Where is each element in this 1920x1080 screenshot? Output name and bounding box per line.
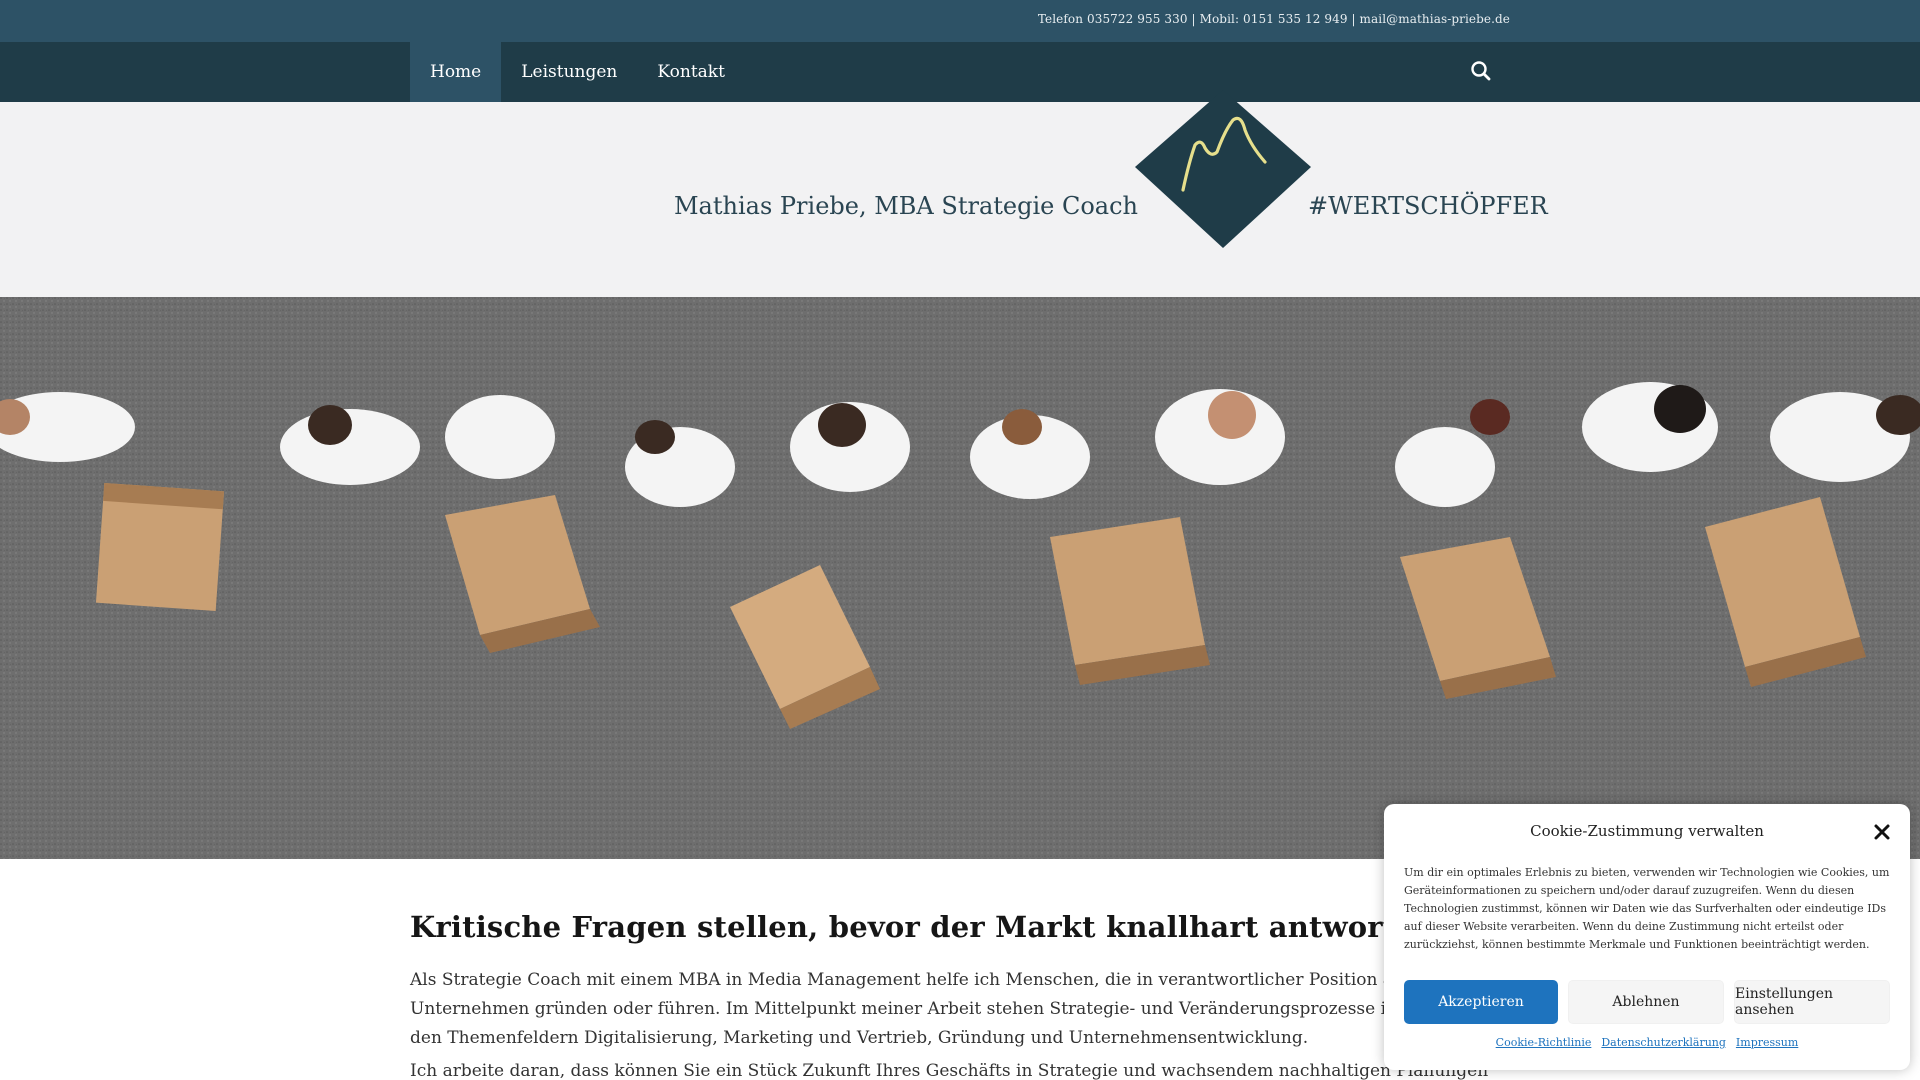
settings-button[interactable]: Einstellungen ansehen (1734, 980, 1890, 1024)
privacy-link[interactable]: Datenschutzerklärung (1601, 1036, 1726, 1049)
intro-paragraph: Als Strategie Coach mit einem MBA in Med… (410, 970, 1493, 1048)
search-icon[interactable] (1468, 58, 1494, 84)
imprint-link[interactable]: Impressum (1736, 1036, 1798, 1049)
cookie-policy-link[interactable]: Cookie-Richtlinie (1496, 1036, 1592, 1049)
cookie-links: Cookie-Richtlinie Datenschutzerklärung I… (1384, 1036, 1910, 1049)
main-navigation: Home Leistungen Kontakt (0, 42, 1920, 102)
top-contact-bar: Telefon 035722 955 330 | Mobil: 0151 535… (0, 0, 1920, 42)
cookie-buttons: Akzeptieren Ablehnen Einstellungen anseh… (1404, 980, 1890, 1024)
nav-menu: Home Leistungen Kontakt (410, 42, 745, 102)
nav-item-home[interactable]: Home (410, 42, 502, 102)
hero-image (0, 297, 1920, 859)
brand-header: Mathias Priebe, MBA Strategie Coach #WER… (0, 90, 1920, 297)
nav-item-kontakt[interactable]: Kontakt (637, 42, 745, 102)
cookie-text: Um dir ein optimales Erlebnis zu bieten,… (1404, 866, 1890, 951)
deny-button[interactable]: Ablehnen (1568, 980, 1724, 1024)
accept-button[interactable]: Akzeptieren (1404, 980, 1558, 1024)
cookie-consent-dialog: Cookie-Zustimmung verwalten Um dir ein o… (1384, 804, 1910, 1070)
contact-info[interactable]: Telefon 035722 955 330 | Mobil: 0151 535… (1038, 12, 1510, 26)
hero-photo-illustration (0, 297, 1920, 859)
page-heading: Kritische Fragen stellen, bevor der Mark… (410, 910, 1442, 944)
main-content: Kritische Fragen stellen, bevor der Mark… (410, 910, 1510, 1080)
second-paragraph: Ich arbeite daran, dass können Sie ein S… (410, 1061, 1489, 1080)
mountain-logo-icon[interactable] (1133, 90, 1313, 260)
nav-item-leistungen[interactable]: Leistungen (501, 42, 637, 102)
close-icon[interactable] (1872, 822, 1892, 842)
brand-tagline: #WERTSCHÖPFER (1308, 192, 1548, 220)
cookie-title: Cookie-Zustimmung verwalten (1530, 822, 1764, 840)
brand-name: Mathias Priebe, MBA Strategie Coach (673, 192, 1138, 220)
